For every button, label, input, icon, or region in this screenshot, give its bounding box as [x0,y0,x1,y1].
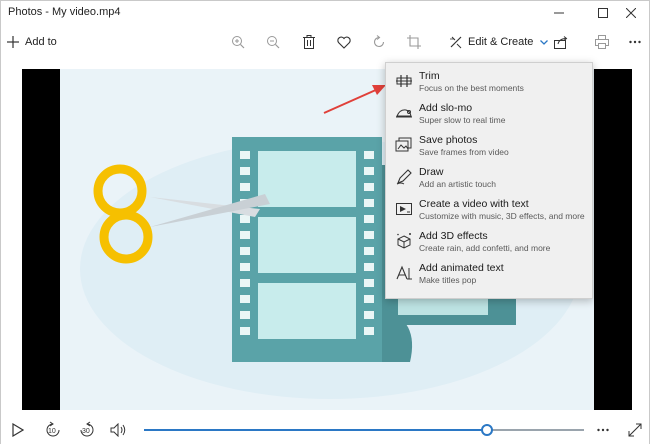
seek-bar-progress [144,429,488,431]
menu-item-title: Trim [419,70,440,82]
menu-item-title: Create a video with text [419,198,529,210]
menu-item-title: Add 3D effects [419,230,488,242]
menu-item-subtitle: Super slow to real time [419,115,506,125]
edit-create-label: Edit & Create [468,36,534,48]
zoom-out-icon [267,36,280,49]
crop-icon [407,35,421,49]
save-photos-icon [395,137,412,152]
playback-controls: 10 30 [1,414,649,444]
toolbar: Add to Edit & Create [1,25,649,59]
menu-item-subtitle: Focus on the best moments [419,83,524,93]
menu-item-slo-mo[interactable]: Add slo-mo Super slow to real time [386,101,592,133]
chevron-down-icon [540,39,549,45]
print-icon [595,35,609,49]
window-title: Photos - My video.mp4 [8,6,121,18]
add-to-button[interactable]: Add to [7,30,57,54]
letterbox-left [22,69,60,410]
crop-button[interactable] [407,30,421,54]
delete-button[interactable] [303,30,315,54]
menu-item-subtitle: Create rain, add confetti, and more [419,243,551,253]
edit-create-icon [450,36,462,49]
trim-icon [396,75,412,87]
maximize-icon [598,8,608,18]
more-icon [597,428,609,432]
share-icon [554,36,568,49]
video-text-icon [396,203,412,215]
volume-icon [110,423,126,437]
volume-button[interactable] [109,420,129,440]
edit-create-button[interactable]: Edit & Create [449,30,549,54]
delete-icon [303,35,315,49]
menu-item-title: Save photos [419,134,478,146]
close-button[interactable] [613,1,649,25]
menu-item-subtitle: Save frames from video [419,147,509,157]
menu-item-save-photos[interactable]: Save photos Save frames from video [386,133,592,165]
fullscreen-button[interactable] [627,420,643,440]
print-button[interactable] [595,30,609,54]
close-icon [626,8,636,18]
menu-item-title: Draw [419,166,444,178]
fullscreen-icon [628,423,642,437]
zoom-out-button[interactable] [266,30,280,54]
skip-forward-label: 30 [82,428,90,435]
add-to-label: Add to [25,36,57,48]
seek-bar[interactable] [144,424,584,436]
heart-icon [337,36,351,49]
more-button[interactable] [629,30,641,54]
skip-back-button[interactable]: 10 [43,420,63,440]
menu-item-subtitle: Customize with music, 3D effects, and mo… [419,211,585,221]
3d-effects-icon [397,233,411,249]
letterbox-right [594,69,632,410]
minimize-button[interactable] [541,1,577,25]
menu-item-3d-effects[interactable]: Add 3D effects Create rain, add confetti… [386,229,592,261]
animated-text-icon [396,265,412,280]
menu-item-subtitle: Add an artistic touch [419,179,497,189]
skip-back-label: 10 [48,428,56,435]
menu-item-trim[interactable]: Trim Focus on the best moments [386,69,592,101]
menu-item-title: Add slo-mo [419,102,473,114]
rotate-icon [373,35,385,48]
edit-create-menu: Trim Focus on the best moments Add slo-m… [385,62,593,299]
slomo-icon [396,109,412,118]
zoom-in-button[interactable] [231,30,245,54]
draw-icon [396,169,412,185]
menu-item-video-with-text[interactable]: Create a video with text Customize with … [386,197,592,229]
seek-bar-thumb[interactable] [481,424,494,436]
more-icon [629,40,641,44]
photos-window: Photos - My video.mp4 Add to Edit & Crea… [0,0,650,444]
title-bar: Photos - My video.mp4 [1,1,649,25]
rotate-button[interactable] [372,30,386,54]
minimize-icon [554,12,564,14]
play-icon [12,423,24,437]
plus-icon [7,36,19,48]
annotation-arrow [323,85,386,114]
menu-item-subtitle: Make titles pop [419,275,477,285]
favorite-button[interactable] [337,30,351,54]
share-button[interactable] [554,30,568,54]
zoom-in-icon [232,36,245,49]
menu-item-title: Add animated text [419,262,504,274]
play-button[interactable] [10,420,26,440]
menu-item-animated-text[interactable]: Add animated text Make titles pop [386,261,592,293]
menu-item-draw[interactable]: Draw Add an artistic touch [386,165,592,197]
skip-forward-button[interactable]: 30 [77,420,97,440]
more-options-button[interactable] [595,420,611,440]
